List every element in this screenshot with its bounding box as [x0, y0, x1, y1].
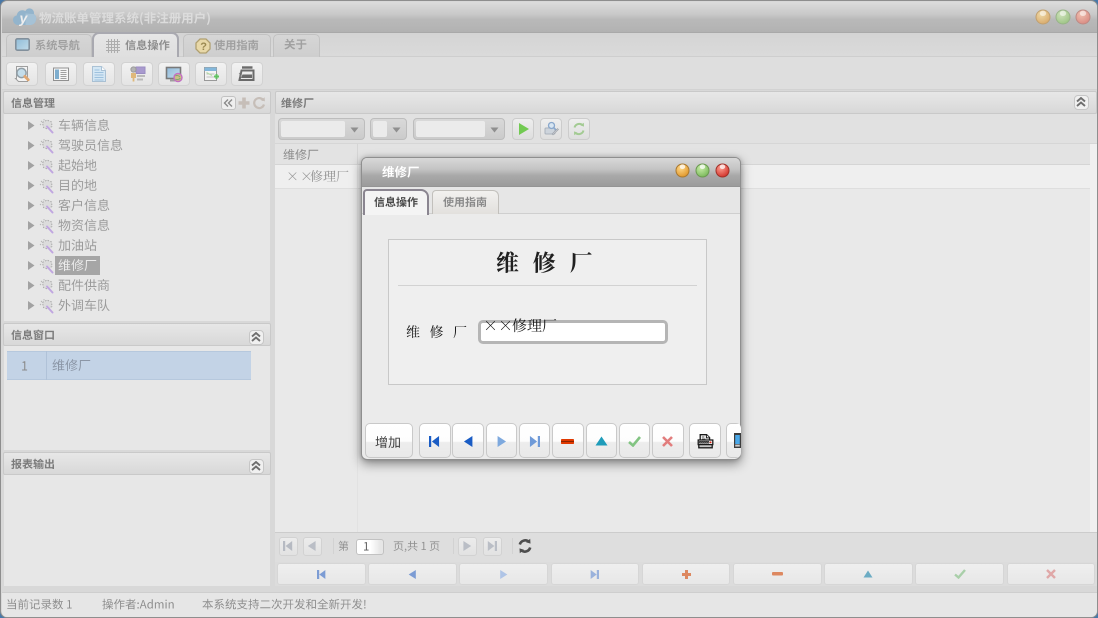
- svg-text:?: ?: [200, 41, 207, 53]
- svg-text:y: y: [19, 10, 29, 26]
